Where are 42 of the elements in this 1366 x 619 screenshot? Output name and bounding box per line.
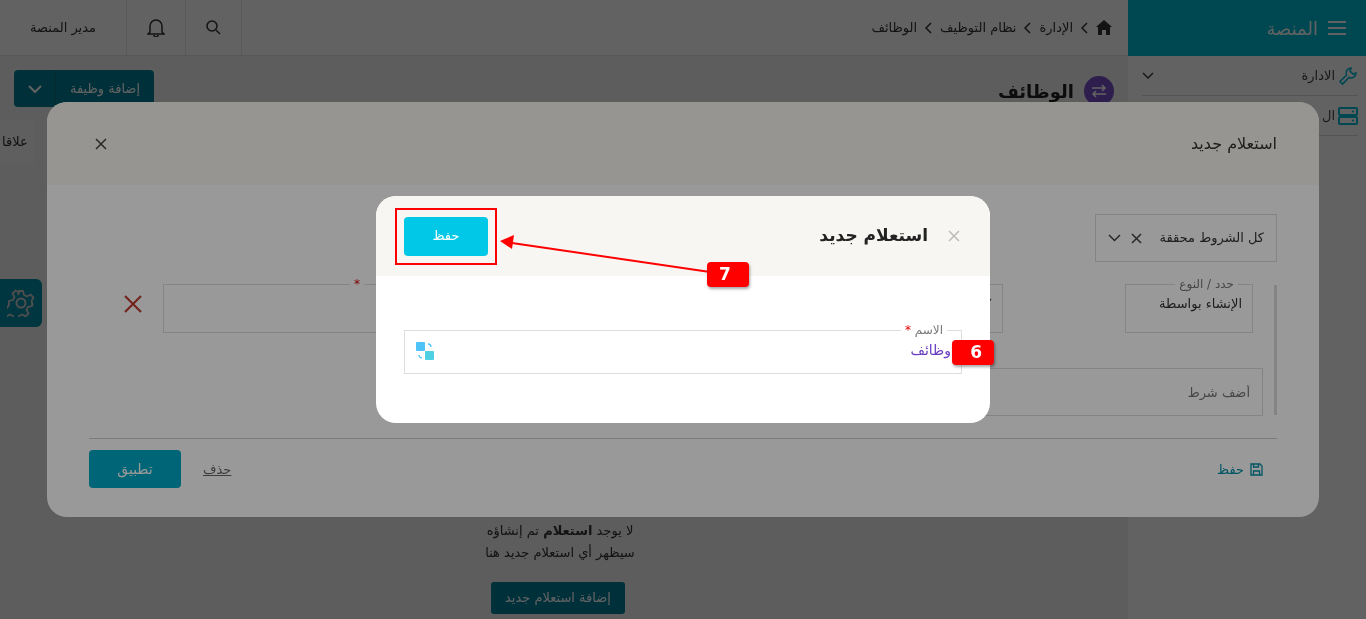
name-input[interactable]: وظائف [435,336,951,365]
page-title: الوظائف [997,79,1074,104]
translate-icon[interactable] [415,340,435,361]
server-icon [1338,106,1358,125]
wrench-icon [1338,65,1358,86]
breadcrumb-link[interactable]: الوظائف [871,17,918,38]
breadcrumb-link[interactable]: الإدارة [1039,17,1073,38]
step-badge: 7 [707,262,749,287]
name-field[interactable]: الاسم * وظائف [404,324,962,374]
chevron-icon [1024,21,1032,34]
match-select[interactable]: كل الشروط محققة [1095,214,1277,262]
empty-message: لا يوجد استعلام تم إنشاؤه [485,522,635,541]
save-link[interactable]: حفظ [1217,460,1263,480]
dialog-title: استعلام جديد [818,224,928,248]
sidebar-title: المنصة [1266,16,1318,41]
save-button[interactable]: حفظ [404,216,488,256]
delete-link[interactable]: حذف [203,460,232,480]
step-badge: 6 [952,340,994,365]
type-select[interactable]: حدد / النوع الإنشاء بواسطة [1125,278,1253,333]
home-icon[interactable] [1096,20,1112,35]
bell-icon[interactable] [146,18,165,37]
breadcrumb-link[interactable]: نظام التوظيف [940,17,1017,38]
dialog-title: استعلام جديد [1190,132,1277,155]
field-label: الاسم * [903,324,944,336]
select-value: الإنشاء بواسطة [1158,295,1242,314]
save-icon [1250,463,1263,477]
new-query-button[interactable]: إضافة استعلام جديد [491,582,625,614]
search-icon[interactable] [205,20,221,35]
chevron-icon [925,21,933,34]
required-mark: * [353,278,361,290]
field-label: حدد / النوع [1178,278,1235,290]
chevron-icon[interactable] [1142,72,1154,79]
apply-button[interactable]: تطبيق [89,450,181,488]
empty-hint: سيظهر أي استعلام جديد هنا [484,543,636,563]
close-icon[interactable] [95,137,107,150]
user-name[interactable]: مدير المنصة [30,17,96,38]
delete-icon[interactable] [124,295,142,313]
chevron-icon[interactable] [1108,234,1121,242]
clear-icon[interactable] [1131,232,1142,244]
chevron-icon [1081,21,1088,34]
menu-icon[interactable] [1328,21,1346,35]
sidebar-item[interactable]: الادارة [1157,65,1335,86]
